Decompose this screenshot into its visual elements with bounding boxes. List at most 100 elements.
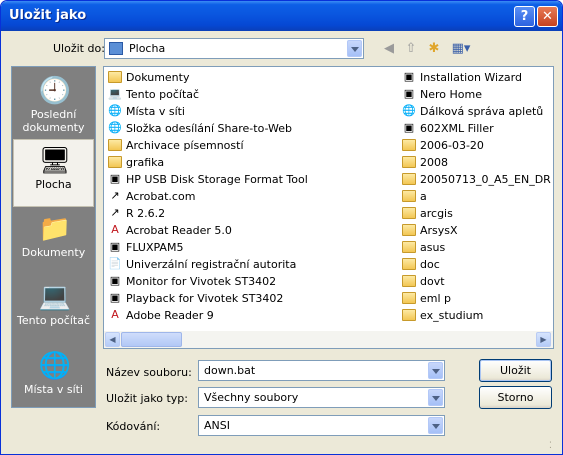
save-in-dropdown[interactable]: Plocha <box>104 38 364 59</box>
file-name: R 2.6.2 <box>126 207 166 220</box>
list-item[interactable]: ▣ FLUXPAM5 <box>106 239 396 256</box>
list-item[interactable]: 🌐 Dálková správa apletů <box>400 103 552 120</box>
list-item[interactable]: A Acrobat Reader 5.0 <box>106 222 396 239</box>
list-item[interactable]: ▣ HP USB Disk Storage Format Tool <box>106 171 396 188</box>
list-item[interactable]: 20050713_0_A5_EN_DR <box>400 171 552 188</box>
folder-icon <box>402 139 416 151</box>
list-item[interactable]: a <box>400 188 552 205</box>
file-list[interactable]: Dokumenty 💻 Tento počítač 🌐 Místa v síti 🌐 Slo… <box>103 66 554 349</box>
help-button[interactable]: ? <box>514 6 535 27</box>
list-item[interactable]: grafika <box>106 154 396 171</box>
encoding-dropdown[interactable]: ANSI <box>198 415 445 436</box>
web-icon: 🌐 <box>402 104 416 117</box>
place-network-places[interactable]: 🌐 Místa v síti <box>13 345 94 413</box>
app-icon: ▣ <box>109 274 121 287</box>
app-icon: ▣ <box>109 240 121 253</box>
file-name: 602XML Filler <box>420 122 494 135</box>
back-icon[interactable]: ◀ <box>379 39 399 59</box>
scroll-thumb[interactable] <box>121 332 182 347</box>
folder-icon <box>402 207 416 219</box>
list-item[interactable]: arcgis <box>400 205 552 222</box>
file-name: Tento počítač <box>126 88 200 101</box>
app-icon: ▣ <box>403 70 415 83</box>
list-item[interactable]: doc <box>400 256 552 273</box>
desktop-icon: 🖥 <box>38 146 72 176</box>
encoding-label: Kódování: <box>106 420 161 433</box>
file-name: HP USB Disk Storage Format Tool <box>126 173 308 186</box>
list-item[interactable]: dovt <box>400 273 552 290</box>
list-item[interactable]: ▣ 602XML Filler <box>400 120 552 137</box>
file-name: Playback for Vivotek ST3402 <box>126 292 284 305</box>
filename-value: down.bat <box>204 364 256 377</box>
list-item[interactable]: eml p <box>400 290 552 307</box>
file-name: Archivace písemností <box>126 139 244 152</box>
list-item[interactable]: 2006-03-20 <box>400 137 552 154</box>
list-item[interactable]: 💻 Tento počítač <box>106 86 396 103</box>
list-item[interactable]: ▣ Installation Wizard <box>400 69 552 86</box>
app-icon: ▣ <box>109 172 121 185</box>
place-label: Poslední dokumenty <box>22 108 85 134</box>
dialog-title: Uložit jako <box>9 8 87 23</box>
horizontal-scrollbar[interactable]: ◀ ▶ <box>104 331 553 348</box>
doc-icon: 📄 <box>108 257 122 270</box>
title-bar[interactable]: Uložit jako ? ✕ <box>1 1 562 31</box>
list-item[interactable]: 2008 <box>400 154 552 171</box>
file-name: grafika <box>126 156 165 169</box>
list-item[interactable]: ex_studium <box>400 307 552 324</box>
filetype-value: Všechny soubory <box>204 391 299 404</box>
save-as-dialog: Uložit jako ? ✕ Uložit do: Plocha ◀ ⇧ ✱ … <box>0 0 563 455</box>
list-item[interactable]: A Adobe Reader 9 <box>106 307 396 324</box>
file-name: Acrobat Reader 5.0 <box>126 224 232 237</box>
folder-icon <box>402 241 416 253</box>
folder-icon <box>402 173 416 185</box>
filetype-dropdown[interactable]: Všechny soubory <box>198 387 445 408</box>
place-my-computer[interactable]: 💻 Tento počítač <box>13 276 94 344</box>
chevron-down-icon[interactable] <box>428 362 443 379</box>
file-name: Univerzální registrační autorita <box>126 258 297 271</box>
scroll-left-icon[interactable]: ◀ <box>105 332 120 347</box>
chevron-down-icon[interactable] <box>428 389 443 406</box>
save-in-value: Plocha <box>129 42 166 55</box>
filetype-label: Uložit jako typ: <box>106 392 188 405</box>
file-name: Nero Home <box>420 88 482 101</box>
up-folder-icon[interactable]: ⇧ <box>401 39 421 59</box>
list-item[interactable]: ▣ Monitor for Vivotek ST3402 <box>106 273 396 290</box>
place-label: Dokumenty <box>21 246 86 259</box>
place-recent-documents[interactable]: 🕘 Poslední dokumenty <box>13 70 94 138</box>
list-item[interactable]: 📄 Univerzální registrační autorita <box>106 256 396 273</box>
new-folder-icon[interactable]: ✱ <box>424 39 444 59</box>
chevron-down-icon[interactable] <box>428 417 443 434</box>
file-name: Installation Wizard <box>420 71 522 84</box>
place-desktop[interactable]: 🖥 Plocha <box>13 139 94 207</box>
list-item[interactable]: ▣ Playback for Vivotek ST3402 <box>106 290 396 307</box>
place-my-documents[interactable]: 📁 Dokumenty <box>13 208 94 276</box>
save-in-label: Uložit do: <box>53 42 105 55</box>
list-item[interactable]: asus <box>400 239 552 256</box>
list-item[interactable]: 🌐 Místa v síti <box>106 103 396 120</box>
list-item[interactable]: ↗ Acrobat.com <box>106 188 396 205</box>
file-name: 2008 <box>420 156 448 169</box>
filename-input[interactable]: down.bat <box>198 360 445 381</box>
cancel-button[interactable]: Storno <box>479 386 552 409</box>
list-item[interactable]: Archivace písemností <box>106 137 396 154</box>
place-label: Plocha <box>35 178 72 191</box>
close-button[interactable]: ✕ <box>537 6 558 27</box>
list-item[interactable]: ArsysX <box>400 222 552 239</box>
list-item[interactable]: ▣ Nero Home <box>400 86 552 103</box>
file-name: Místa v síti <box>126 105 185 118</box>
resize-grip-icon[interactable]: ⁚ <box>549 441 559 451</box>
list-item[interactable]: Dokumenty <box>106 69 396 86</box>
folder-icon <box>108 156 122 168</box>
network-places-icon: 🌐 <box>38 351 71 381</box>
list-item[interactable]: ↗ R 2.6.2 <box>106 205 396 222</box>
scroll-right-icon[interactable]: ▶ <box>536 332 551 347</box>
file-name: 2006-03-20 <box>420 139 484 152</box>
list-item[interactable]: 🌐 Složka odesílání Share-to-Web <box>106 120 396 137</box>
file-name: Dokumenty <box>126 71 190 84</box>
chevron-down-icon[interactable] <box>347 40 362 57</box>
views-menu-icon[interactable]: ▦▾ <box>449 39 473 59</box>
place-label: Tento počítač <box>16 314 91 327</box>
shortcut-icon: ↗ <box>110 189 120 202</box>
save-button[interactable]: Uložit <box>479 359 552 382</box>
folder-icon <box>402 292 416 304</box>
